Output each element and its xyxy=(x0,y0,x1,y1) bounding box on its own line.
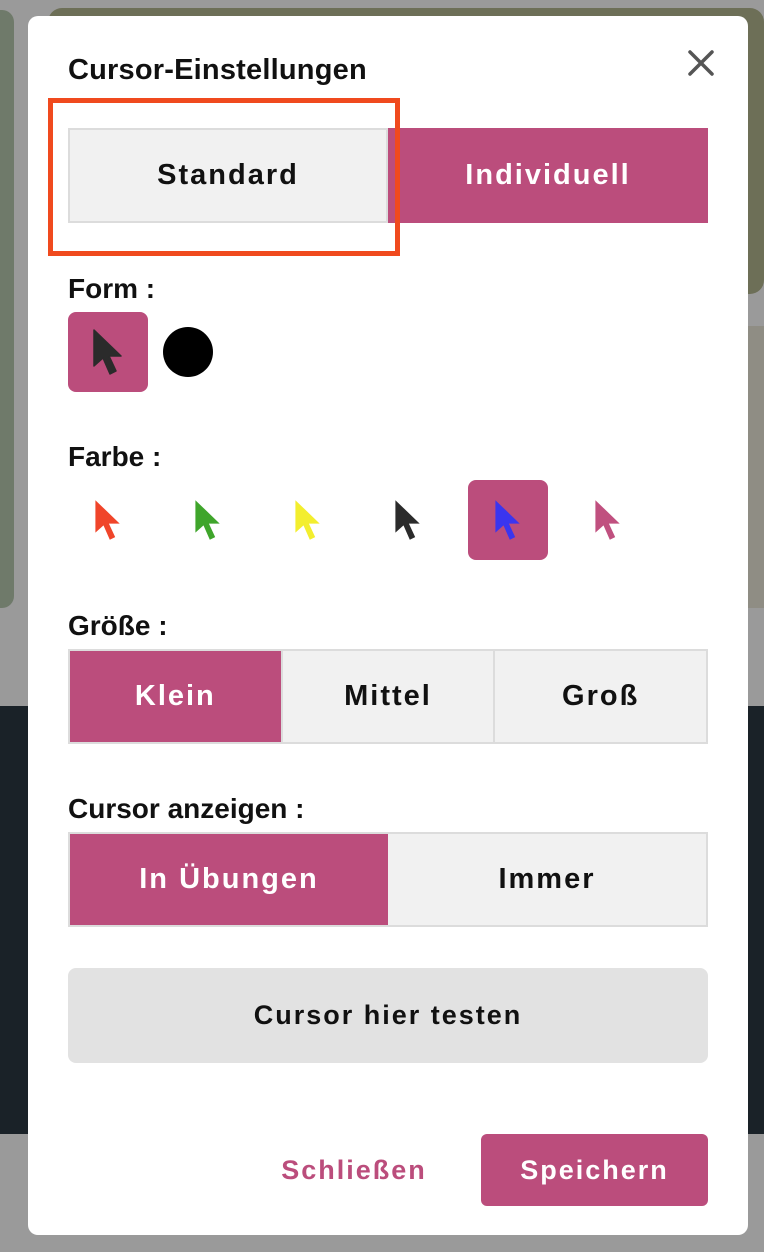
color-option-pink[interactable] xyxy=(568,480,648,560)
pink-arrow-icon xyxy=(595,500,620,540)
mode-custom-button[interactable]: Individuell xyxy=(388,128,708,223)
close-button[interactable]: Schließen xyxy=(264,1134,444,1206)
color-option-blue[interactable] xyxy=(468,480,548,560)
show-option-always[interactable]: Immer xyxy=(388,834,706,925)
cursor-settings-dialog: Cursor-Einstellungen Standard Individuel… xyxy=(28,16,748,1235)
circle-cursor-option[interactable] xyxy=(148,312,228,392)
color-option-yellow[interactable] xyxy=(268,480,348,560)
size-option-medium[interactable]: Mittel xyxy=(282,651,496,742)
background-card xyxy=(746,326,764,608)
mode-standard-button[interactable]: Standard xyxy=(68,128,388,223)
black-arrow-icon xyxy=(395,500,420,540)
form-label: Form : xyxy=(68,273,156,304)
show-option-exercises[interactable]: In Übungen xyxy=(70,834,388,925)
size-selector: Klein Mittel Groß xyxy=(68,649,708,744)
size-option-large[interactable]: Groß xyxy=(495,651,707,742)
color-option-green[interactable] xyxy=(168,480,248,560)
color-option-red[interactable] xyxy=(68,480,148,560)
green-arrow-icon xyxy=(195,500,220,540)
color-option-black[interactable] xyxy=(368,480,448,560)
red-arrow-icon xyxy=(95,500,120,540)
arrow-cursor-option[interactable] xyxy=(68,312,148,392)
show-cursor-label: Cursor anzeigen : xyxy=(68,793,305,824)
show-cursor-selector: In Übungen Immer xyxy=(68,832,708,927)
close-icon[interactable] xyxy=(678,40,724,86)
yellow-arrow-icon xyxy=(295,500,320,540)
dialog-title: Cursor-Einstellungen xyxy=(68,54,367,86)
color-label: Farbe : xyxy=(68,441,162,472)
size-option-small[interactable]: Klein xyxy=(70,651,283,742)
blue-arrow-icon xyxy=(495,500,520,540)
arrow-cursor-icon xyxy=(93,329,122,375)
size-label: Größe : xyxy=(68,610,168,641)
circle-cursor-icon xyxy=(163,327,213,377)
cursor-test-area[interactable]: Cursor hier testen xyxy=(68,968,708,1063)
background-card xyxy=(0,10,14,608)
save-button[interactable]: Speichern xyxy=(481,1134,708,1206)
